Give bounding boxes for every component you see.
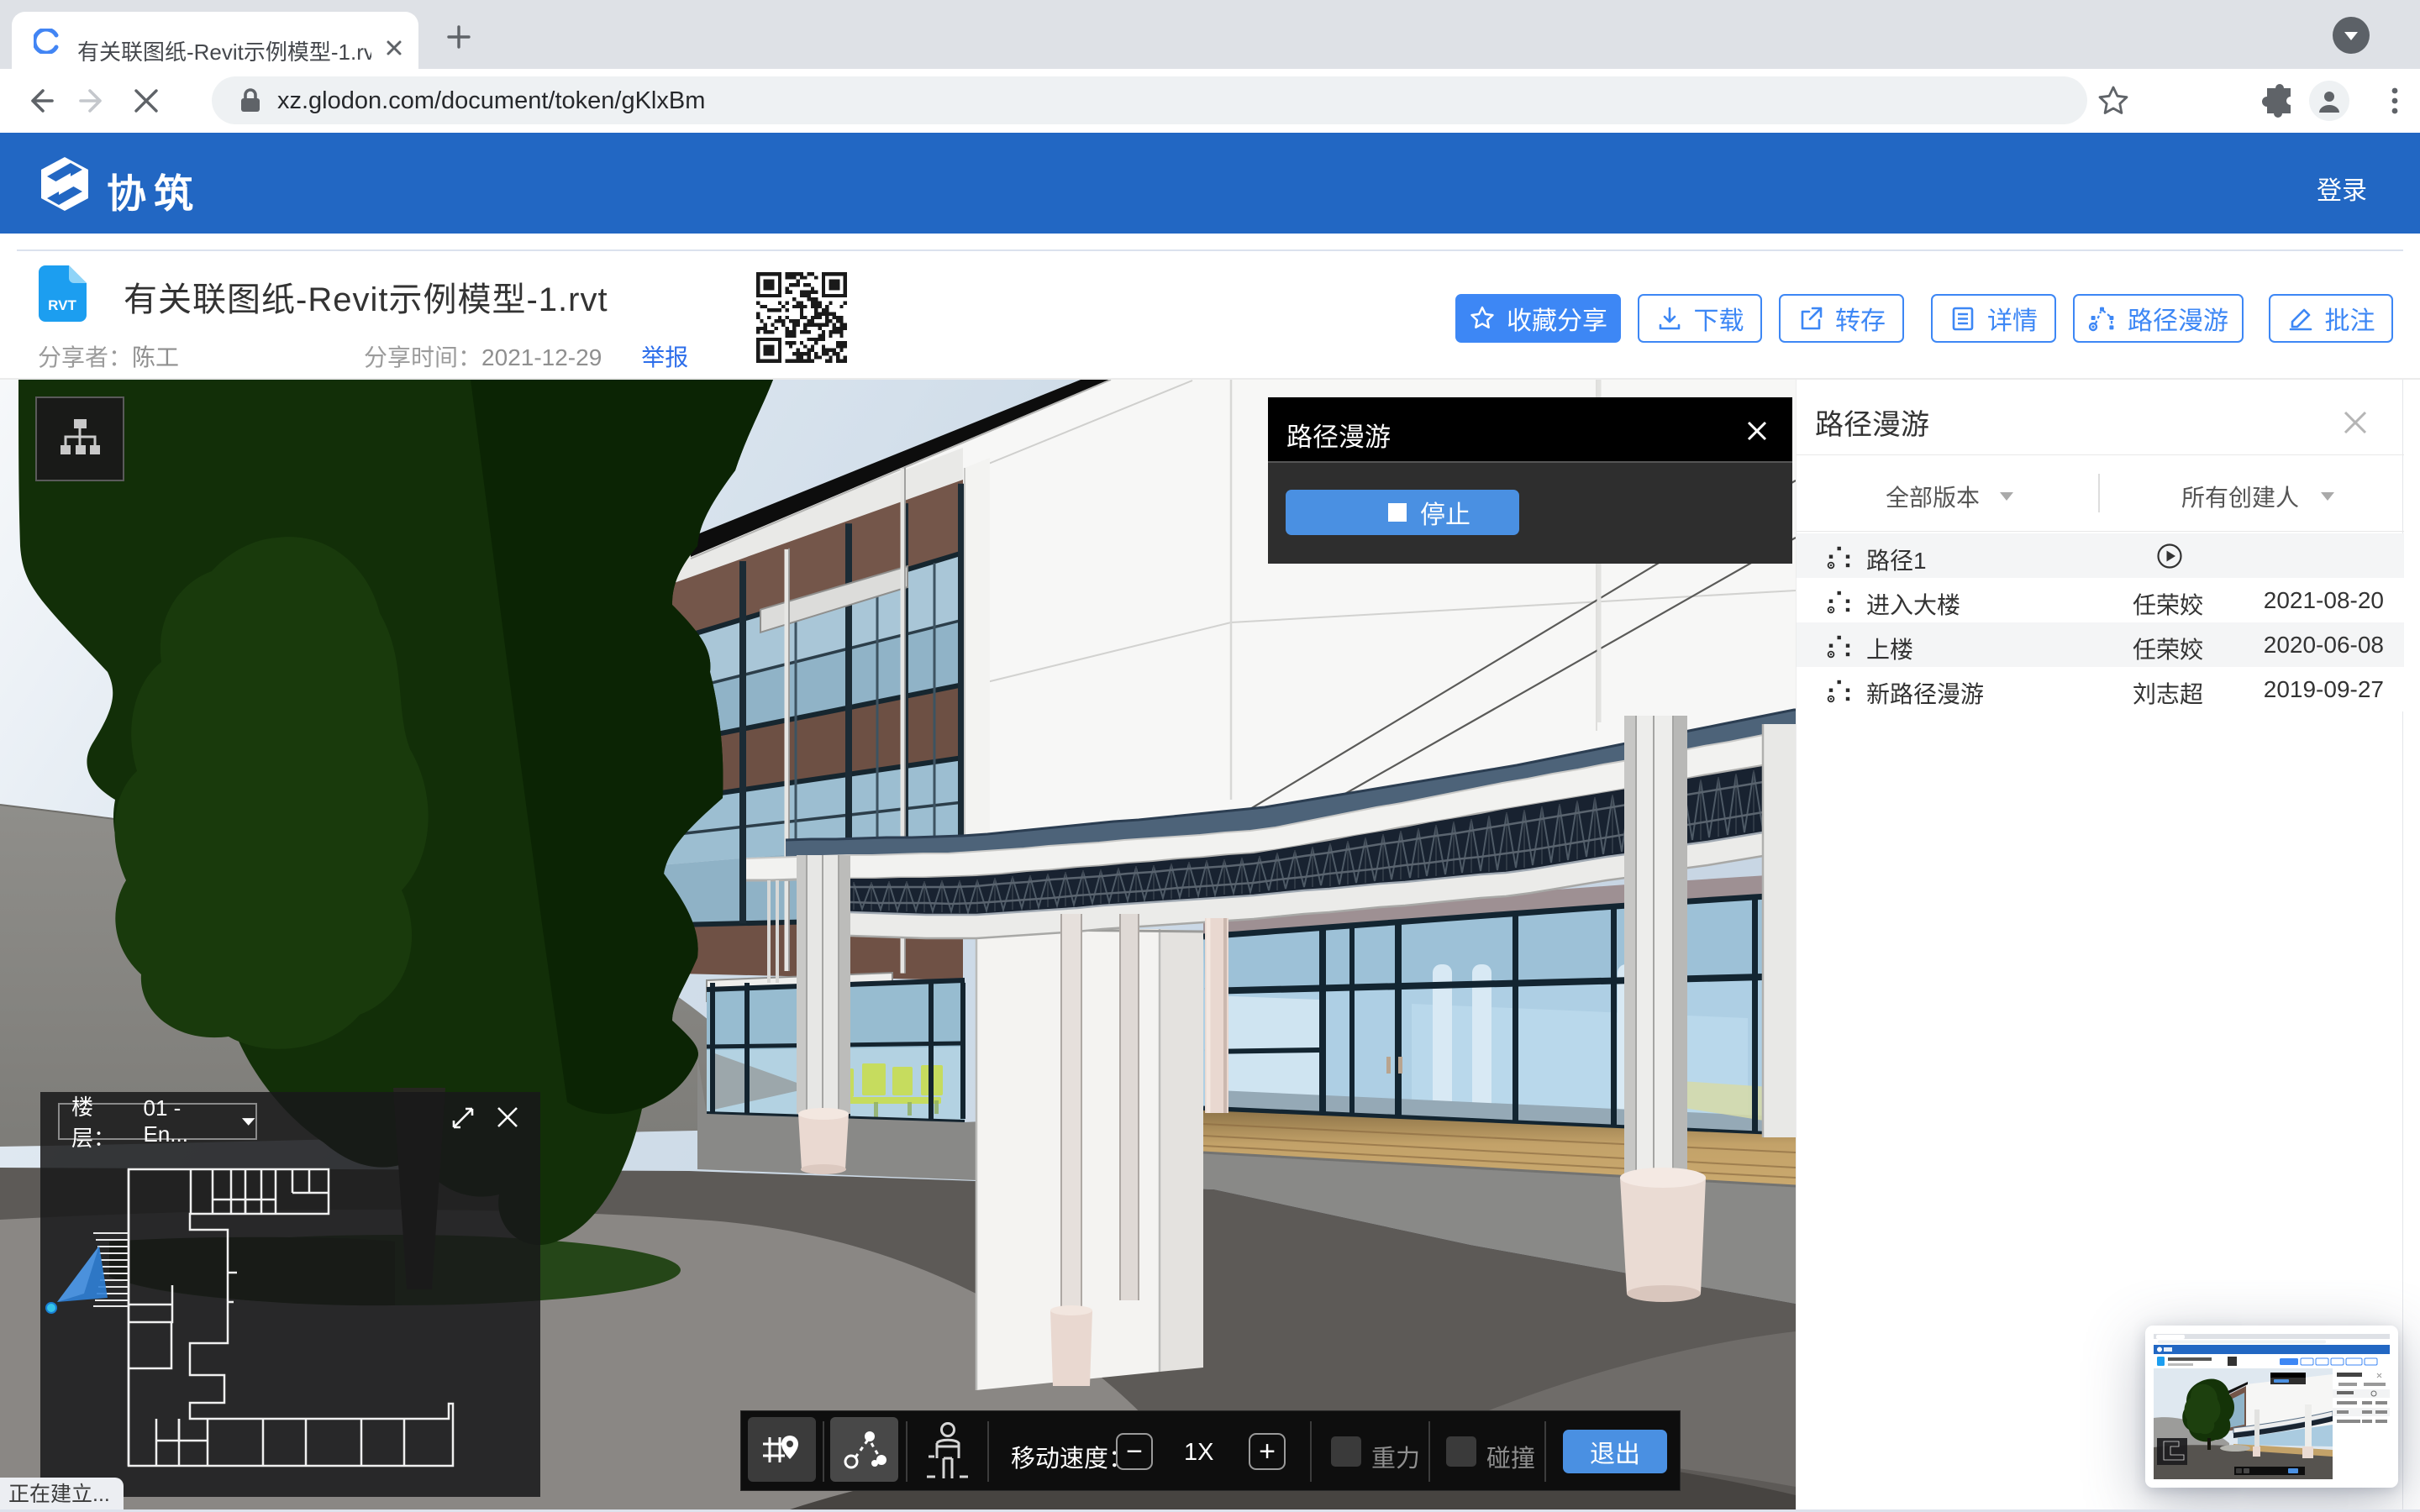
svg-text:RVT: RVT — [48, 297, 76, 313]
